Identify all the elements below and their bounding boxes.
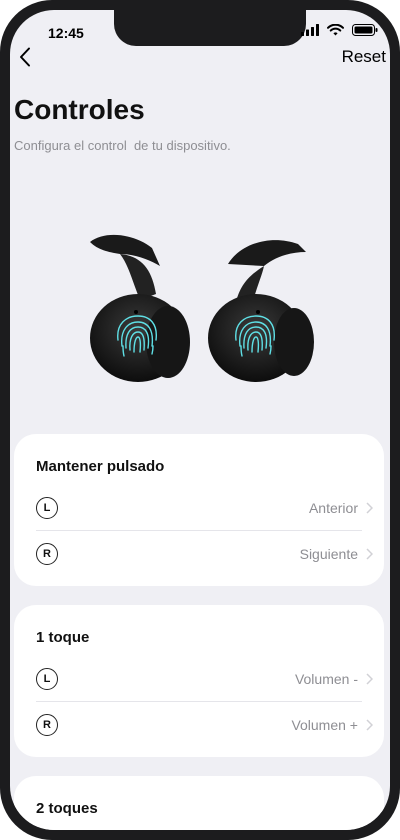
chevron-right-icon <box>366 673 376 685</box>
control-value: Siguiente <box>299 546 358 562</box>
battery-icon <box>352 24 378 36</box>
back-button[interactable] <box>12 42 38 72</box>
phone-frame: 12:45 Reset Controles Configura el contr… <box>0 0 400 840</box>
app-screen: 12:45 Reset Controles Configura el contr… <box>10 10 390 830</box>
chevron-right-icon <box>366 548 376 560</box>
section-title: Mantener pulsado <box>36 458 165 475</box>
section-card-double-tap: 2 toques <box>14 776 384 830</box>
left-earbud <box>90 234 190 382</box>
reset-button[interactable]: Reset <box>342 47 386 67</box>
left-badge: L <box>36 668 58 690</box>
status-icons <box>301 24 378 36</box>
wifi-icon <box>327 24 344 36</box>
control-value: Volumen + <box>291 717 358 733</box>
control-row-right[interactable]: R Volumen + <box>36 705 373 745</box>
right-badge: R <box>36 543 58 565</box>
chevron-right-icon <box>366 719 376 731</box>
earbuds-image <box>90 234 314 382</box>
control-row-left[interactable]: L Volumen - <box>36 659 373 699</box>
page-title: Controles <box>14 94 145 125</box>
control-row-right[interactable]: R Siguiente <box>36 534 373 574</box>
cellular-signal-icon <box>301 24 319 36</box>
section-title: 2 toques <box>36 800 98 817</box>
status-time: 12:45 <box>48 25 84 41</box>
right-badge: R <box>36 714 58 736</box>
section-card-single-tap: 1 toque L Volumen - R Volumen + <box>14 605 384 757</box>
row-divider <box>36 701 362 702</box>
section-title: 1 toque <box>36 629 90 646</box>
right-earbud <box>208 240 314 382</box>
chevron-left-icon <box>20 47 30 67</box>
left-badge: L <box>36 497 58 519</box>
control-value: Volumen - <box>294 671 358 687</box>
control-row-left[interactable]: L Anterior <box>36 488 373 528</box>
control-value: Anterior <box>308 500 358 516</box>
row-divider <box>36 530 362 531</box>
notch <box>114 10 306 46</box>
section-card-hold: Mantener pulsado L Anterior R Siguiente <box>14 434 384 586</box>
page-subtitle: Configura el control de tu dispositivo. <box>14 138 231 153</box>
chevron-right-icon <box>366 502 376 514</box>
